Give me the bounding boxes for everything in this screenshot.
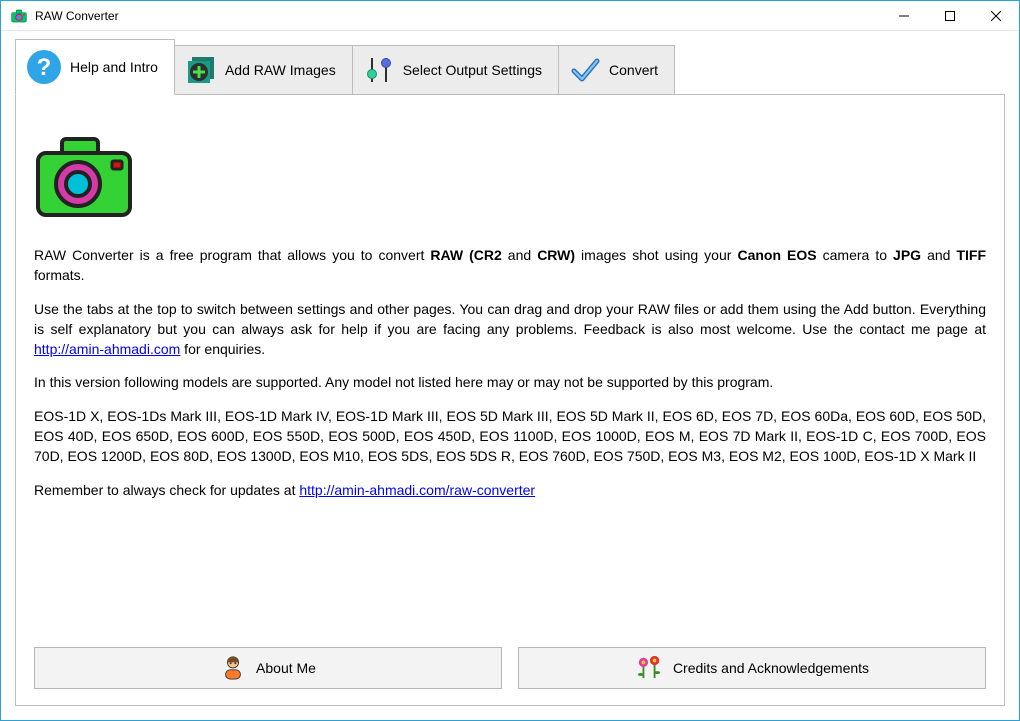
text: RAW Converter is a free program that all… [34, 247, 430, 263]
text-bold: CRW) [537, 247, 575, 263]
bottom-button-row: About Me Credits and Acknowledgeme [34, 647, 986, 689]
add-image-icon [185, 54, 217, 86]
button-label: Credits and Acknowledgements [673, 660, 869, 676]
text: Use the tabs at the top to switch betwee… [34, 301, 986, 337]
tab-label: Select Output Settings [403, 62, 542, 78]
tab-add-raw[interactable]: Add RAW Images [174, 45, 353, 95]
tab-bar: ? Help and Intro Add RAW Images [15, 45, 1005, 95]
text: for enquiries. [180, 341, 265, 357]
tab-label: Convert [609, 62, 658, 78]
app-window: RAW Converter ? Help and Intro [0, 0, 1020, 721]
check-icon [569, 54, 601, 86]
about-me-button[interactable]: About Me [34, 647, 502, 689]
sliders-icon [363, 54, 395, 86]
button-label: About Me [256, 660, 316, 676]
tab-convert[interactable]: Convert [558, 45, 675, 95]
tab-label: Help and Intro [70, 59, 158, 75]
text-bold: Canon EOS [737, 247, 816, 263]
credits-button[interactable]: Credits and Acknowledgements [518, 647, 986, 689]
intro-text: RAW Converter is a free program that all… [34, 246, 986, 515]
text-bold: JPG [893, 247, 921, 263]
updates-link[interactable]: http://amin-ahmadi.com/raw-converter [299, 482, 535, 498]
help-icon: ? [26, 49, 62, 85]
text: and [502, 247, 537, 263]
tab-label: Add RAW Images [225, 62, 336, 78]
minimize-button[interactable] [881, 1, 927, 31]
flowers-icon [635, 654, 663, 683]
text: formats. [34, 267, 85, 283]
svg-text:?: ? [37, 54, 52, 81]
supported-intro: In this version following models are sup… [34, 373, 986, 393]
text-bold: TIFF [956, 247, 986, 263]
maximize-button[interactable] [927, 1, 973, 31]
text: and [921, 247, 956, 263]
tab-output-settings[interactable]: Select Output Settings [352, 45, 559, 95]
supported-models: EOS-1D X, EOS-1Ds Mark III, EOS-1D Mark … [34, 407, 986, 467]
tab-help-intro[interactable]: ? Help and Intro [15, 39, 175, 95]
help-page: RAW Converter is a free program that all… [15, 94, 1005, 706]
window-title: RAW Converter [35, 9, 119, 23]
camera-icon [34, 135, 986, 224]
titlebar[interactable]: RAW Converter [1, 1, 1019, 31]
app-icon [11, 9, 27, 23]
text-bold: RAW (CR2 [430, 247, 501, 263]
person-icon [220, 654, 246, 683]
text: Remember to always check for updates at [34, 482, 299, 498]
client-area: ? Help and Intro Add RAW Images [1, 31, 1019, 720]
text: camera to [817, 247, 893, 263]
close-button[interactable] [973, 1, 1019, 31]
contact-link[interactable]: http://amin-ahmadi.com [34, 341, 180, 357]
text: images shot using your [575, 247, 737, 263]
